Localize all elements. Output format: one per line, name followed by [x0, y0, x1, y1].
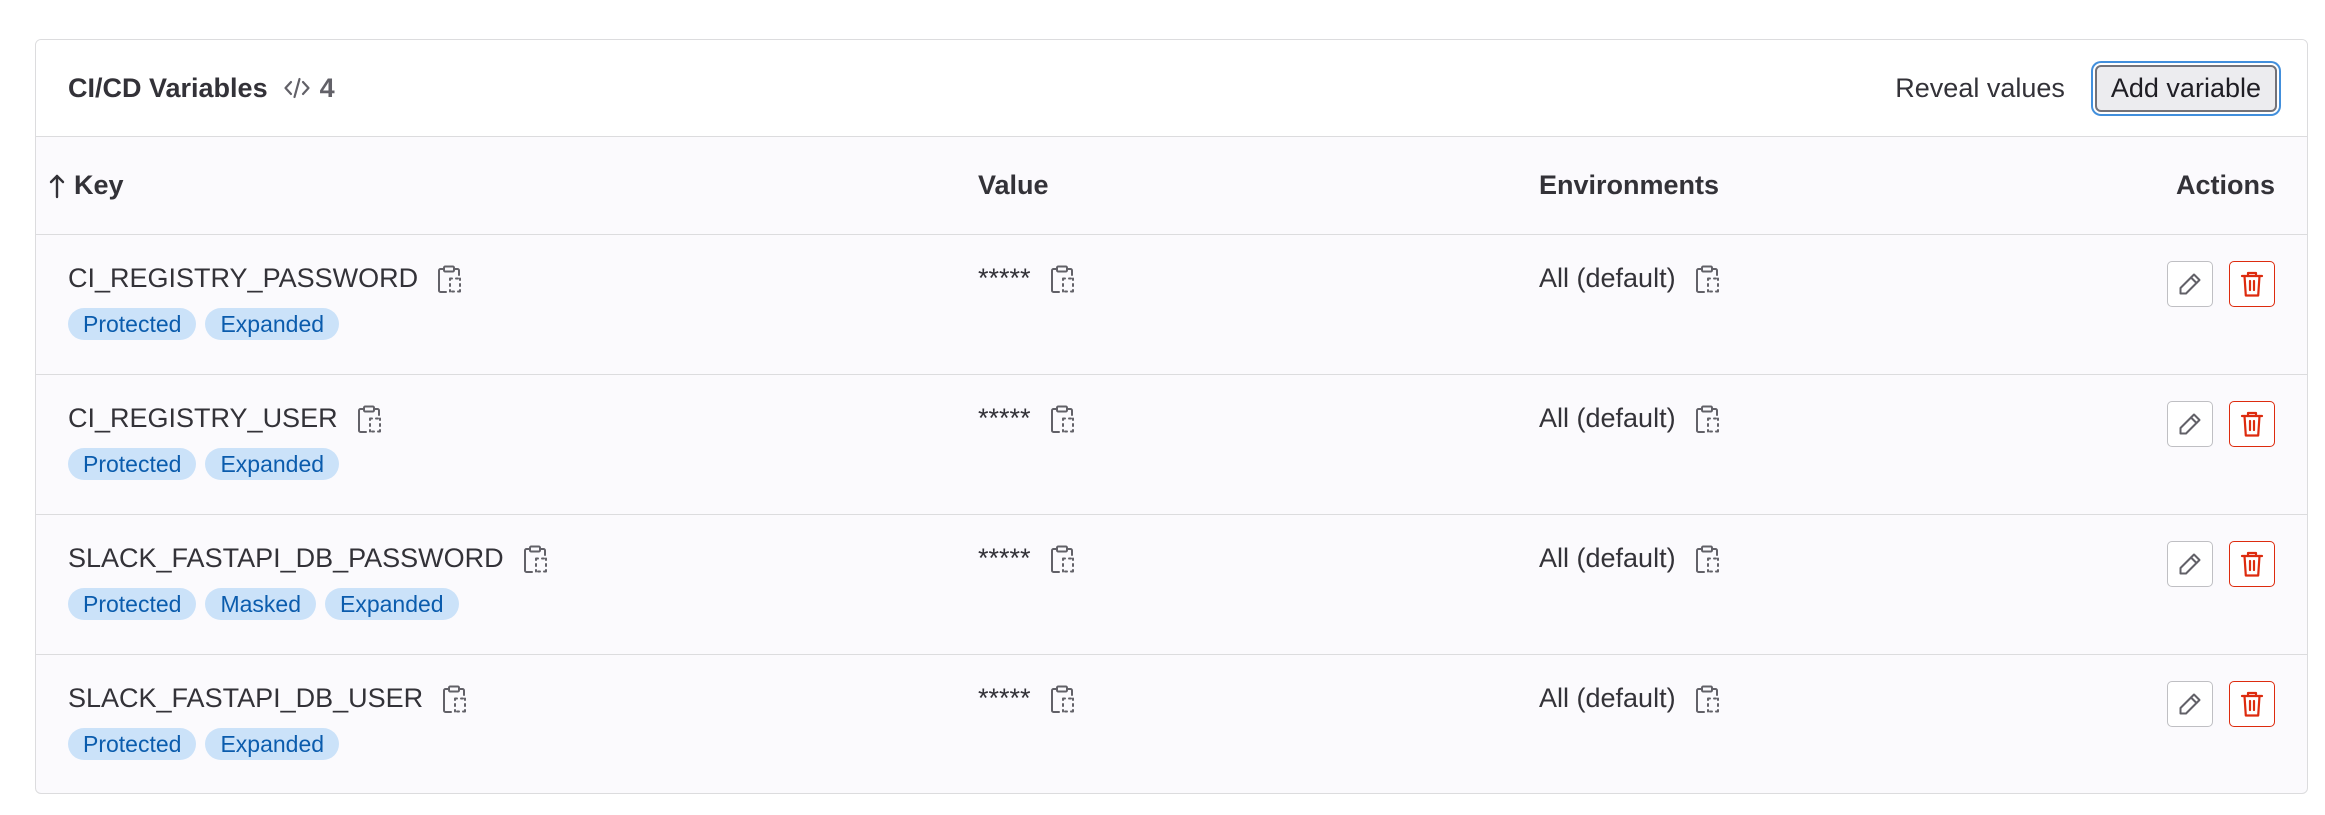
copy-key-icon[interactable] [441, 684, 467, 714]
variable-value: ***** [978, 263, 1031, 293]
table-row: SLACK_FASTAPI_DB_PASSWORD Protected Maske… [36, 515, 2307, 655]
copy-key-icon[interactable] [356, 404, 382, 434]
variables-card: CI/CD Variables 4 Reveal values Add vari… [35, 39, 2308, 794]
variable-key: SLACK_FASTAPI_DB_PASSWORD [68, 543, 504, 573]
variable-key-cell: SLACK_FASTAPI_DB_PASSWORD [68, 543, 548, 574]
variable-key-cell: CI_REGISTRY_PASSWORD [68, 263, 462, 294]
variable-badges: Protected Expanded [68, 728, 340, 760]
badge-protected: Protected [68, 448, 197, 480]
badge-masked: Masked [205, 588, 316, 620]
row-actions [2167, 261, 2275, 307]
copy-environment-icon[interactable] [1694, 404, 1720, 434]
variable-environment: All (default) [1539, 683, 1676, 713]
variable-count: 4 [283, 72, 335, 104]
copy-environment-icon[interactable] [1694, 684, 1720, 714]
variable-environment-cell: All (default) [1539, 263, 1720, 294]
delete-variable-button[interactable] [2229, 261, 2275, 307]
variable-value-cell: ***** [978, 543, 1075, 574]
column-header-key-label: Key [74, 170, 124, 200]
table-row: SLACK_FASTAPI_DB_USER Protected Expanded … [36, 655, 2307, 793]
column-header-key[interactable]: Key [48, 170, 124, 201]
variable-environment: All (default) [1539, 543, 1676, 573]
table-header: Key Value Environments Actions [36, 137, 2307, 235]
variable-environment-cell: All (default) [1539, 403, 1720, 434]
copy-environment-icon[interactable] [1694, 264, 1720, 294]
variable-key: SLACK_FASTAPI_DB_USER [68, 683, 424, 713]
card-title: CI/CD Variables [68, 72, 268, 103]
badge-protected: Protected [68, 308, 197, 340]
table-row: CI_REGISTRY_USER Protected Expanded *****… [36, 375, 2307, 515]
variable-badges: Protected Expanded [68, 308, 340, 340]
variable-value-cell: ***** [978, 263, 1075, 294]
badge-expanded: Expanded [205, 308, 340, 340]
variable-badges: Protected Masked Expanded [68, 588, 459, 620]
code-icon [283, 76, 310, 100]
variable-environment: All (default) [1539, 263, 1676, 293]
variable-key-cell: SLACK_FASTAPI_DB_USER [68, 683, 467, 714]
variable-key: CI_REGISTRY_PASSWORD [68, 263, 419, 293]
edit-variable-button[interactable] [2167, 261, 2213, 307]
variable-badges: Protected Expanded [68, 448, 340, 480]
variable-value: ***** [978, 543, 1031, 573]
delete-variable-button[interactable] [2229, 401, 2275, 447]
column-header-environments: Environments [1539, 170, 1720, 200]
copy-key-icon[interactable] [436, 264, 462, 294]
badge-protected: Protected [68, 588, 197, 620]
badge-expanded: Expanded [205, 448, 340, 480]
copy-key-icon[interactable] [522, 544, 548, 574]
table-row: CI_REGISTRY_PASSWORD Protected Expanded *… [36, 235, 2307, 375]
variable-value-cell: ***** [978, 403, 1075, 434]
header-actions: Reveal values Add variable [1881, 64, 2277, 112]
card-header: CI/CD Variables 4 Reveal values Add vari… [36, 40, 2307, 137]
variable-key-cell: CI_REGISTRY_USER [68, 403, 382, 434]
variable-environment: All (default) [1539, 403, 1676, 433]
edit-variable-button[interactable] [2167, 681, 2213, 727]
badge-protected: Protected [68, 728, 197, 760]
reveal-values-button[interactable]: Reveal values [1881, 65, 2079, 112]
badge-expanded: Expanded [205, 728, 340, 760]
copy-environment-icon[interactable] [1694, 544, 1720, 574]
variable-key: CI_REGISTRY_USER [68, 403, 338, 433]
column-header-actions: Actions [2175, 170, 2275, 200]
arrow-up-icon [48, 173, 66, 199]
variable-environment-cell: All (default) [1539, 543, 1720, 574]
copy-value-icon[interactable] [1049, 264, 1075, 294]
badge-expanded: Expanded [325, 588, 459, 620]
row-actions [2167, 541, 2275, 587]
variable-value: ***** [978, 403, 1031, 433]
column-header-value: Value [978, 170, 1049, 200]
copy-value-icon[interactable] [1049, 404, 1075, 434]
copy-value-icon[interactable] [1049, 684, 1075, 714]
variable-environment-cell: All (default) [1539, 683, 1720, 714]
edit-variable-button[interactable] [2167, 401, 2213, 447]
table-body: CI_REGISTRY_PASSWORD Protected Expanded *… [36, 235, 2307, 793]
edit-variable-button[interactable] [2167, 541, 2213, 587]
copy-value-icon[interactable] [1049, 544, 1075, 574]
delete-variable-button[interactable] [2229, 541, 2275, 587]
row-actions [2167, 681, 2275, 727]
delete-variable-button[interactable] [2229, 681, 2275, 727]
add-variable-button[interactable]: Add variable [2094, 64, 2277, 112]
variable-value-cell: ***** [978, 683, 1075, 714]
variable-count-value: 4 [319, 72, 335, 103]
variable-value: ***** [978, 683, 1031, 713]
row-actions [2167, 401, 2275, 447]
